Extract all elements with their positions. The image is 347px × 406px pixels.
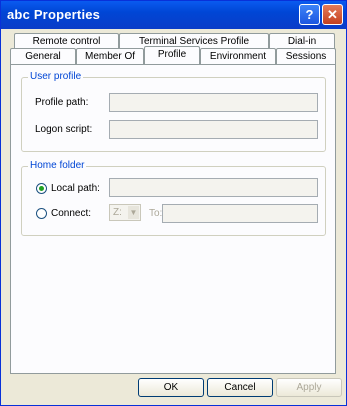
tab-general[interactable]: General xyxy=(10,48,76,64)
home-folder-group-title: Home folder xyxy=(28,160,87,171)
user-profile-group: User profile Profile path: Logon script: xyxy=(21,71,326,152)
drive-letter-select[interactable]: Z: ▼ xyxy=(109,204,141,221)
ok-button[interactable]: OK xyxy=(138,378,204,397)
connect-radio[interactable] xyxy=(36,208,47,219)
user-profile-group-title: User profile xyxy=(28,71,84,82)
tab-sessions[interactable]: Sessions xyxy=(276,48,336,64)
tab-remote-control[interactable]: Remote control xyxy=(14,33,119,49)
profile-path-input[interactable] xyxy=(109,93,318,112)
to-path-input[interactable] xyxy=(162,204,318,223)
close-button[interactable]: ✕ xyxy=(322,4,343,25)
profile-path-label: Profile path: xyxy=(35,97,89,108)
local-path-input[interactable] xyxy=(109,178,318,197)
help-button[interactable]: ? xyxy=(299,4,320,25)
apply-button[interactable]: Apply xyxy=(276,378,342,397)
connect-label[interactable]: Connect: xyxy=(51,208,91,219)
tab-panel-profile: User profile Profile path: Logon script:… xyxy=(10,64,336,374)
local-path-radio[interactable] xyxy=(36,183,47,194)
window-title: abc Properties xyxy=(7,7,101,22)
logon-script-label: Logon script: xyxy=(35,124,93,135)
properties-dialog: abc Properties ? ✕ Remote control Termin… xyxy=(0,0,347,406)
tab-profile[interactable]: Profile xyxy=(144,46,200,64)
logon-script-input[interactable] xyxy=(109,120,318,139)
tab-dial-in[interactable]: Dial-in xyxy=(269,33,335,49)
cancel-button[interactable]: Cancel xyxy=(207,378,273,397)
to-label: To: xyxy=(149,208,163,219)
chevron-down-icon: ▼ xyxy=(128,206,139,219)
local-path-label[interactable]: Local path: xyxy=(51,183,100,194)
drive-letter-value: Z: xyxy=(113,207,122,218)
tab-environment[interactable]: Environment xyxy=(200,48,276,64)
title-bar[interactable]: abc Properties ? ✕ xyxy=(1,1,346,29)
home-folder-group: Home folder Local path: Connect: Z: ▼ To… xyxy=(21,160,326,236)
tab-member-of[interactable]: Member Of xyxy=(76,48,144,64)
